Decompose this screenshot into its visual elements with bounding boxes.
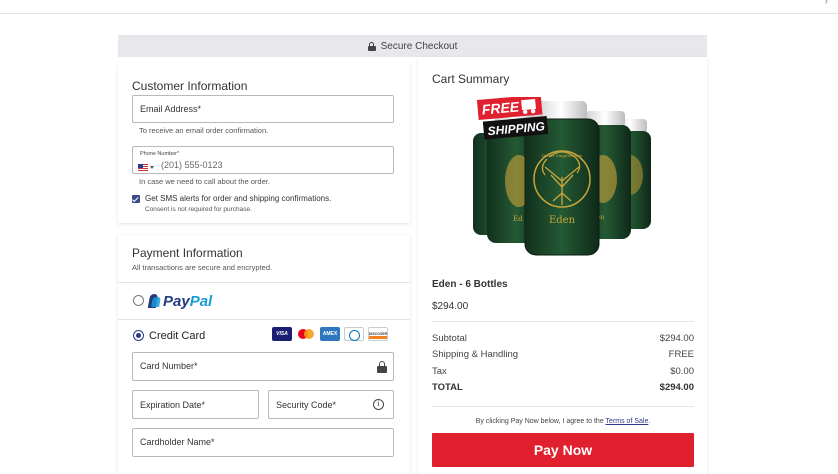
total-label: TOTAL: [432, 382, 463, 393]
paypal-radio[interactable]: [133, 295, 144, 306]
phone-label: Phone Number*: [140, 151, 180, 157]
chevron-down-icon[interactable]: [150, 166, 154, 169]
terms-notice: By clicking Pay Now below, I agree to th…: [432, 418, 694, 425]
total-row: TOTAL $294.00: [432, 382, 694, 393]
phone-placeholder: (201) 555-0123: [161, 160, 223, 170]
lock-icon: [377, 361, 387, 373]
paypal-logo[interactable]: PayPal: [149, 293, 212, 310]
cardholder-name-field[interactable]: Cardholder Name*: [132, 428, 394, 457]
info-icon[interactable]: i: [373, 399, 384, 410]
email-field[interactable]: Email Address*: [132, 95, 394, 123]
phone-hint: In case we need to call about the order.: [139, 177, 270, 186]
us-flag-icon[interactable]: [138, 164, 148, 171]
svg-text:Divine Supplements: Divine Supplements: [542, 153, 583, 158]
secure-checkout-bar: Secure Checkout: [118, 35, 707, 57]
cardholder-name-label: Cardholder Name*: [140, 437, 215, 447]
lock-icon: [367, 41, 376, 51]
credit-card-label: Credit Card: [149, 330, 206, 342]
sms-label: Get SMS alerts for order and shipping co…: [145, 194, 332, 203]
email-hint: To receive an email order confirmation.: [139, 126, 269, 135]
tax-label: Tax: [432, 366, 447, 377]
subtotal-row: Subtotal $294.00: [432, 333, 694, 344]
shipping-label: Shipping & Handling: [432, 349, 519, 360]
shipping-row: Shipping & Handling FREE: [432, 349, 694, 360]
svg-text:Ed: Ed: [513, 215, 523, 223]
discover-icon: DISCOVER: [368, 327, 388, 341]
total-value: $294.00: [659, 382, 694, 393]
badge-free-text: FREE: [481, 98, 520, 117]
credit-card-radio[interactable]: [133, 330, 144, 341]
expiration-date-field[interactable]: Expiration Date*: [132, 390, 259, 419]
customer-information-title: Customer Information: [132, 79, 248, 93]
paypal-icon: [149, 294, 160, 309]
cart-summary-title: Cart Summary: [432, 72, 510, 86]
paypal-label-pay: Pay: [163, 293, 190, 310]
mastercard-icon: [296, 327, 316, 341]
card-brand-icons: VISA AMEX DISCOVER: [272, 327, 388, 341]
phone-field[interactable]: Phone Number* (201) 555-0123: [132, 146, 394, 174]
cart-summary-panel: Cart Summary en Ed Divine Supplements Ed…: [418, 57, 707, 474]
terms-prefix: By clicking Pay Now below, I agree to th…: [475, 418, 604, 425]
terms-suffix: .: [648, 418, 651, 425]
tax-row: Tax $0.00: [432, 366, 694, 377]
product-name: Eden - 6 Bottles: [432, 279, 508, 290]
product-brand-text: Eden: [549, 215, 576, 226]
subtotal-value: $294.00: [659, 333, 694, 344]
sms-consent-note: Consent is not required for purchase.: [145, 206, 252, 213]
corner-glyph: ›: [824, 0, 828, 7]
product-price: $294.00: [432, 301, 469, 312]
card-number-field[interactable]: Card Number*: [132, 352, 394, 381]
subtotal-label: Subtotal: [432, 333, 467, 344]
secure-checkout-label: Secure Checkout: [380, 40, 458, 52]
payment-information-title: Payment Information: [132, 246, 243, 260]
security-code-label: Security Code*: [276, 400, 337, 410]
diners-club-icon: [344, 327, 364, 341]
security-code-field[interactable]: Security Code* i: [268, 390, 394, 419]
email-label: Email Address*: [140, 104, 202, 114]
left-column: Customer Information Email Address* To r…: [118, 57, 410, 474]
amex-icon: AMEX: [320, 327, 340, 341]
top-bar: ›: [0, 0, 838, 14]
visa-icon: VISA: [272, 327, 292, 341]
divider: [118, 319, 410, 320]
terms-of-sale-link[interactable]: Terms of Sale: [606, 418, 649, 425]
tax-value: $0.00: [670, 366, 694, 377]
sms-checkbox[interactable]: [132, 195, 140, 203]
card-number-label: Card Number*: [140, 361, 198, 371]
divider: [432, 406, 694, 407]
customer-information-card: Customer Information Email Address* To r…: [118, 63, 410, 223]
payment-subtitle: All transactions are secure and encrypte…: [132, 263, 273, 272]
expiration-date-label: Expiration Date*: [140, 400, 206, 410]
divider: [432, 321, 694, 322]
shipping-value: FREE: [668, 349, 694, 360]
product-image: en Ed Divine Supplements Eden FREE SHIPP…: [473, 97, 651, 256]
divider: [118, 282, 410, 283]
pay-now-button[interactable]: Pay Now: [432, 433, 694, 467]
paypal-label-pal: Pal: [189, 293, 213, 310]
